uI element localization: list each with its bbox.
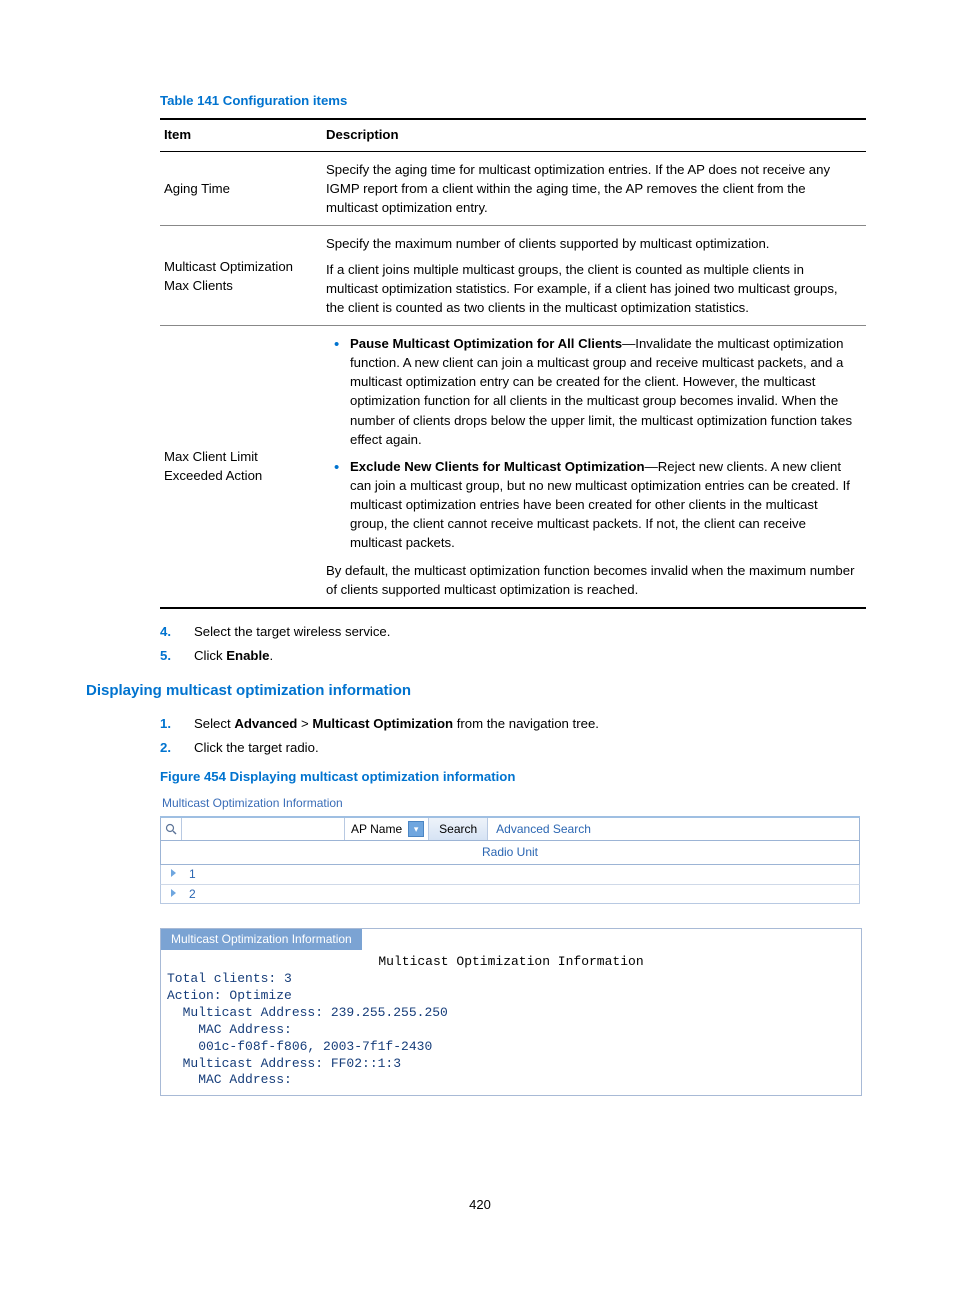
steps-list-2: 1. Select Advanced > Multicast Optimizati… — [160, 715, 874, 758]
expand-icon — [171, 889, 176, 897]
th-desc: Description — [322, 119, 866, 151]
t-bold: Multicast Optimization — [312, 716, 453, 731]
step-number: 2. — [160, 739, 171, 757]
info-title: Multicast Optimization Information — [167, 954, 855, 971]
expand-icon — [171, 869, 176, 877]
figure-caption: Figure 454 Displaying multicast optimiza… — [160, 768, 874, 786]
ui-panel: Multicast Optimization Information AP Na… — [160, 792, 860, 904]
radio-unit-header: Radio Unit — [160, 841, 860, 865]
search-button[interactable]: Search — [429, 818, 488, 840]
item-cell: Max Client Limit Exceeded Action — [160, 325, 322, 607]
step-text-pre: Click — [194, 648, 226, 663]
steps-list-1: 4.Select the target wireless service. 5.… — [160, 623, 874, 666]
step-number: 5. — [160, 647, 171, 665]
ui-title: Multicast Optimization Information — [160, 792, 860, 818]
t: Select — [194, 716, 234, 731]
step-text: Click the target radio. — [194, 740, 319, 755]
para: By default, the multicast optimization f… — [326, 561, 858, 599]
step-1: 1.Select Advanced > Multicast Optimizati… — [188, 715, 874, 733]
info-line: Multicast Address: FF02::1:3 — [167, 1056, 401, 1071]
info-line: Multicast Address: 239.255.255.250 — [167, 1005, 448, 1020]
t: from the navigation tree. — [453, 716, 599, 731]
bullet-title: Exclude New Clients for Multicast Optimi… — [350, 459, 645, 474]
item-cell: Aging Time — [160, 151, 322, 225]
item-cell: Multicast Optimization Max Clients — [160, 226, 322, 326]
step-2: 2.Click the target radio. — [188, 739, 874, 757]
info-tab[interactable]: Multicast Optimization Information — [161, 929, 362, 950]
table-caption: Table 141 Configuration items — [160, 92, 874, 110]
desc-cell: Specify the aging time for multicast opt… — [322, 151, 866, 225]
info-line: Action: Optimize — [167, 988, 292, 1003]
bullet-text: —Invalidate the multicast optimization f… — [350, 336, 852, 447]
t: > — [297, 716, 312, 731]
table-row: Max Client Limit Exceeded Action Pause M… — [160, 325, 866, 607]
radio-label: 2 — [189, 887, 196, 901]
desc-cell: Pause Multicast Optimization for All Cli… — [322, 325, 866, 607]
search-input[interactable] — [182, 818, 345, 840]
table-row: Multicast Optimization Max Clients Speci… — [160, 226, 866, 326]
info-line: MAC Address: — [167, 1022, 292, 1037]
bullet: Exclude New Clients for Multicast Optimi… — [350, 457, 858, 553]
select-label: AP Name — [351, 821, 402, 838]
table-row: Aging Time Specify the aging time for mu… — [160, 151, 866, 225]
bullet: Pause Multicast Optimization for All Cli… — [350, 334, 858, 449]
step-text: Select the target wireless service. — [194, 624, 390, 639]
section-heading: Displaying multicast optimization inform… — [86, 680, 874, 701]
spacer — [599, 818, 859, 840]
ap-name-select[interactable]: AP Name ▾ — [345, 818, 429, 840]
step-4: 4.Select the target wireless service. — [188, 623, 874, 641]
info-line: 001c-f08f-f806, 2003-7f1f-2430 — [167, 1039, 432, 1054]
step-text-post: . — [270, 648, 274, 663]
info-line: Total clients: 3 — [167, 971, 292, 986]
info-panel: Multicast Optimization Information Multi… — [160, 928, 862, 1096]
page-number: 420 — [86, 1196, 874, 1214]
config-table: Item Description Aging Time Specify the … — [160, 118, 866, 608]
t-bold: Advanced — [234, 716, 297, 731]
search-icon[interactable] — [161, 818, 182, 840]
search-row: AP Name ▾ Search Advanced Search — [160, 818, 860, 841]
bullet-title: Pause Multicast Optimization for All Cli… — [350, 336, 622, 351]
advanced-search-link[interactable]: Advanced Search — [488, 818, 599, 840]
radio-row-1[interactable]: 1 — [160, 865, 860, 885]
step-number: 1. — [160, 715, 171, 733]
para: If a client joins multiple multicast gro… — [326, 260, 858, 317]
chevron-down-icon: ▾ — [408, 821, 424, 837]
para: Specify the maximum number of clients su… — [326, 234, 858, 253]
step-text-bold: Enable — [226, 648, 269, 663]
step-number: 4. — [160, 623, 171, 641]
radio-label: 1 — [189, 867, 196, 881]
info-line: MAC Address: — [167, 1072, 292, 1087]
radio-row-2[interactable]: 2 — [160, 885, 860, 905]
step-5: 5.Click Enable. — [188, 647, 874, 665]
desc-cell: Specify the maximum number of clients su… — [322, 226, 866, 326]
info-body: Multicast Optimization InformationTotal … — [161, 950, 861, 1095]
th-item: Item — [160, 119, 322, 151]
